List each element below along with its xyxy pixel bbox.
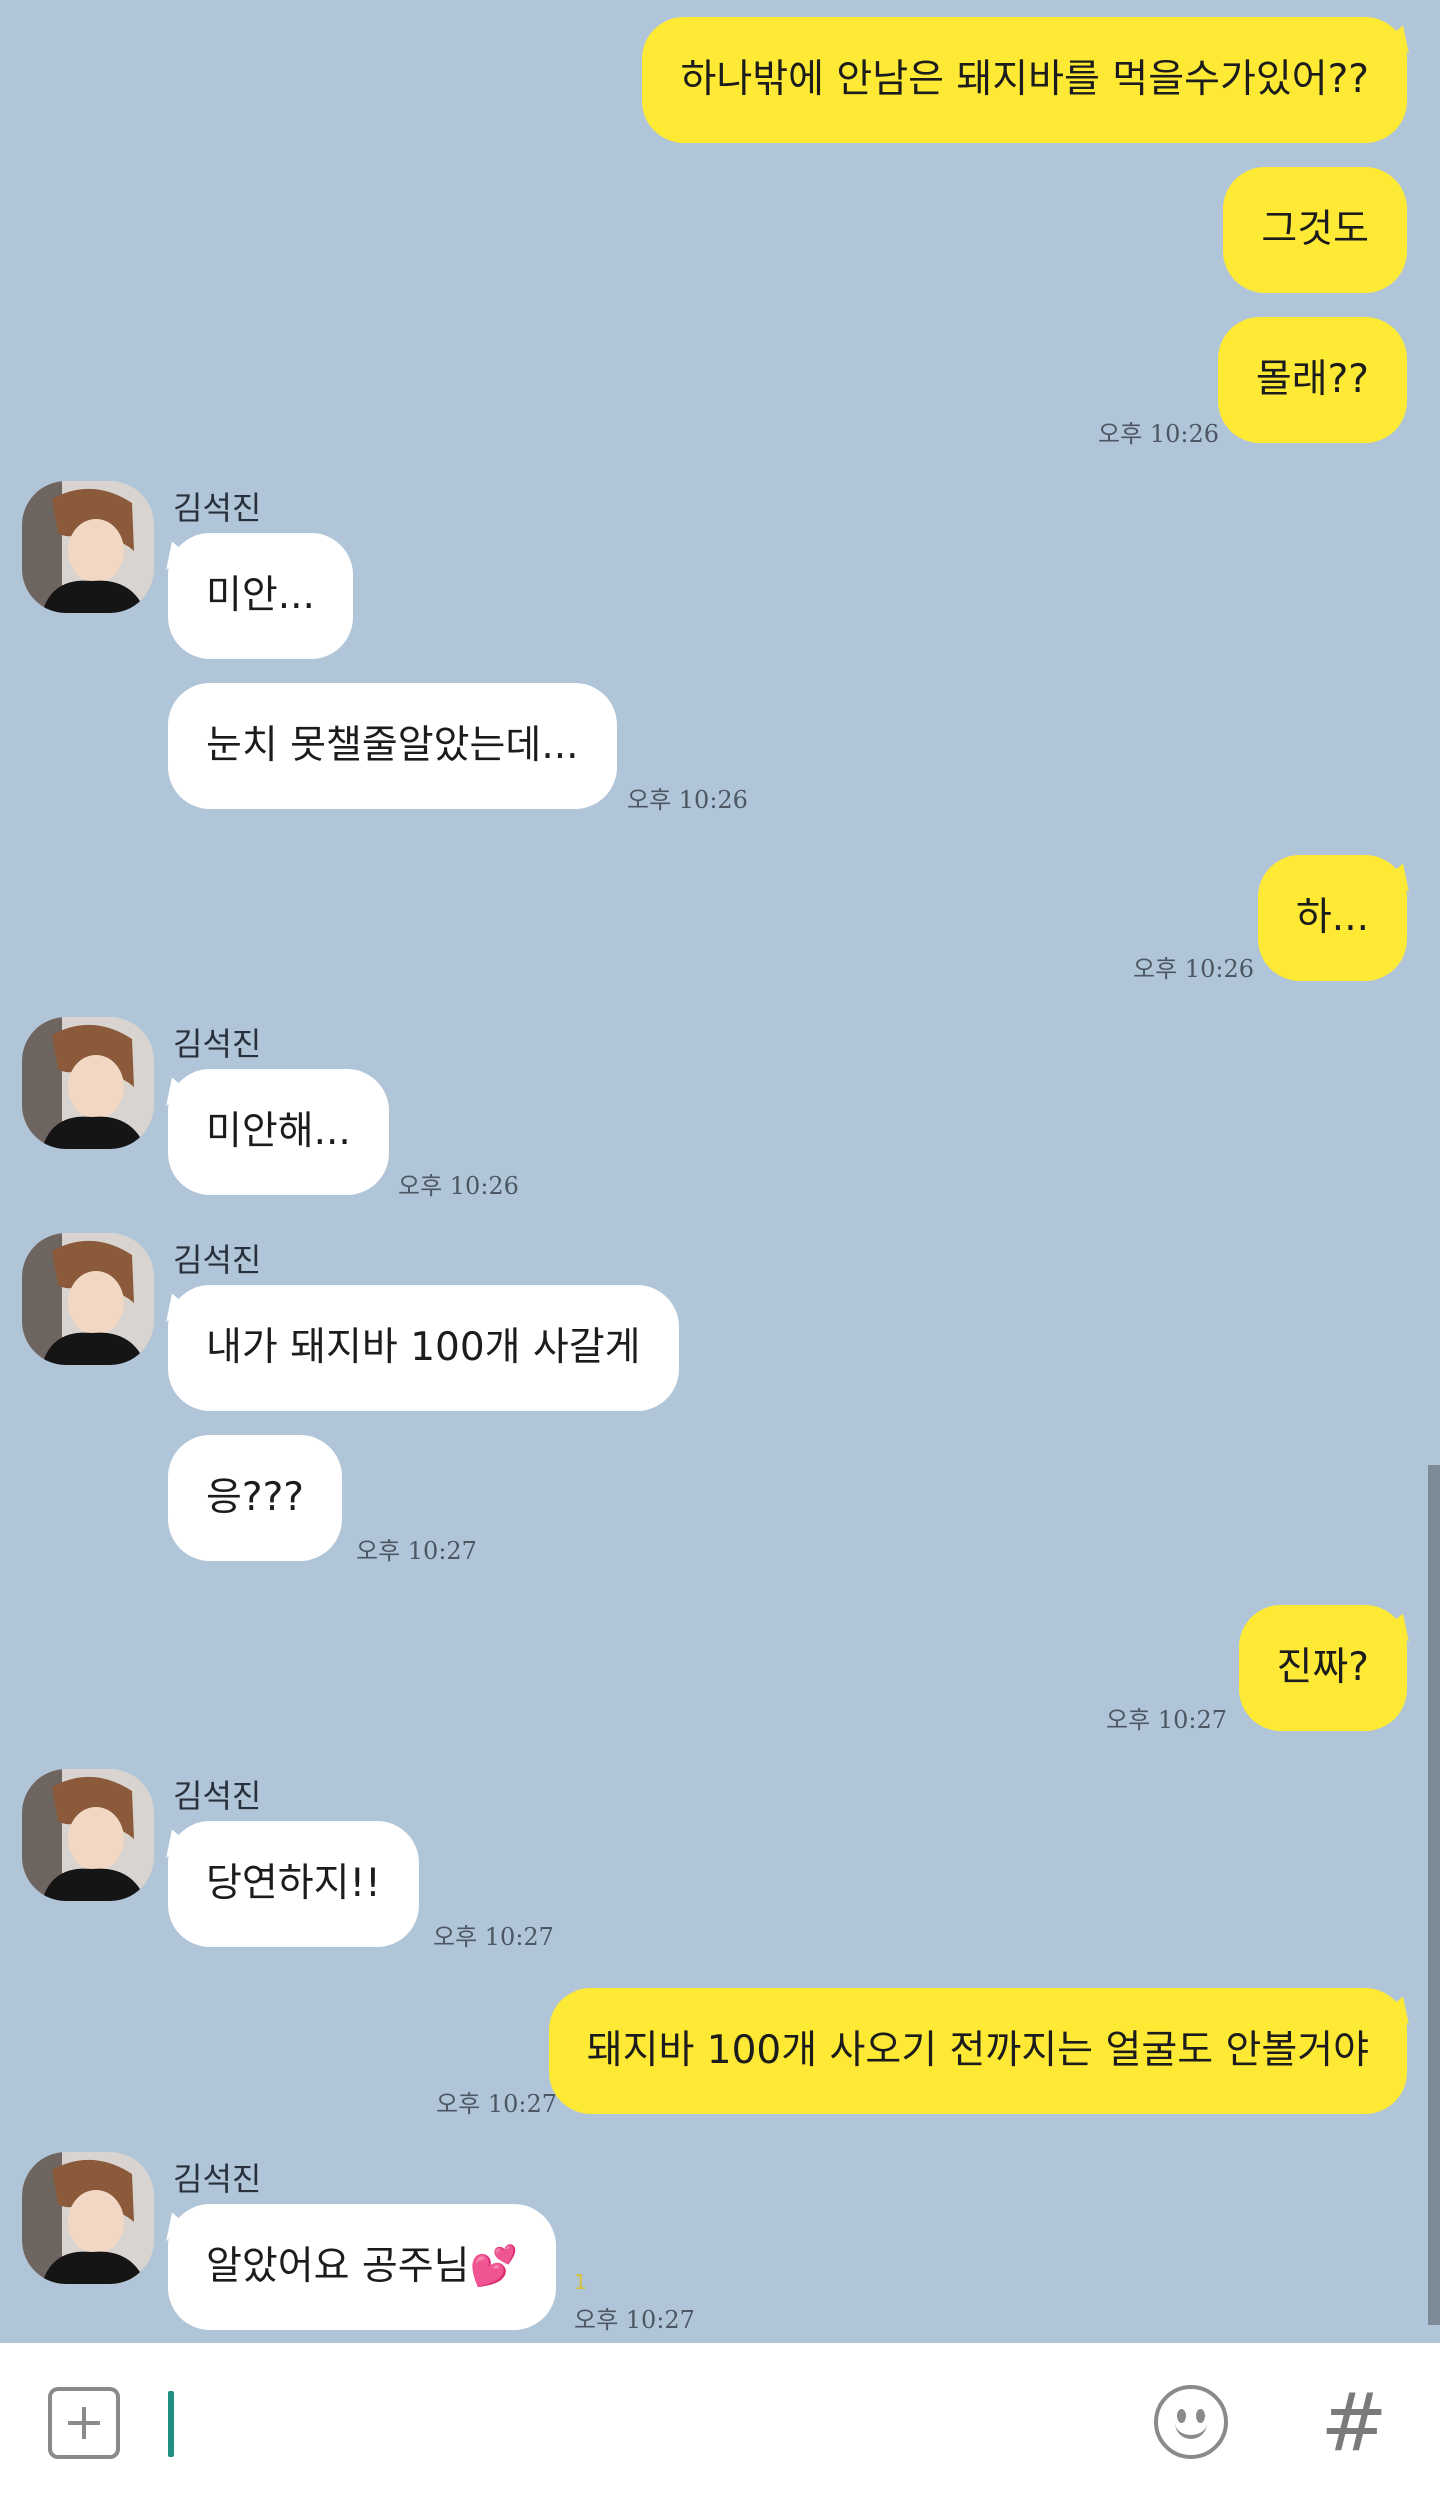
outgoing-group: 진짜? — [1238, 1605, 1407, 1731]
outgoing-group: 돼지바 100개 사오기 전까지는 얼굴도 안볼거야 — [548, 1988, 1407, 2114]
outgoing-message[interactable]: 하... — [1257, 855, 1407, 981]
message-time: 오후 10:26 — [627, 786, 748, 814]
profile-photo — [22, 2152, 154, 2284]
outgoing-message[interactable]: 그것도 — [1223, 167, 1407, 293]
outgoing-message[interactable]: 진짜? — [1238, 1605, 1407, 1731]
message-time: 오후 10:27 — [433, 1923, 554, 1951]
message-time: 오후 10:27 — [574, 2306, 695, 2334]
scrollbar[interactable] — [1428, 1465, 1440, 2325]
sender-name: 김석진 — [173, 1241, 262, 1279]
plus-square-icon[interactable] — [48, 2387, 120, 2459]
message-time: 오후 10:27 — [356, 1537, 477, 1565]
profile-avatar[interactable] — [22, 1769, 154, 1901]
profile-photo — [22, 1233, 154, 1365]
message-time: 오후 10:27 — [1106, 1706, 1227, 1734]
outgoing-message[interactable]: 하나밖에 안남은 돼지바를 먹을수가있어?? — [642, 17, 1407, 143]
incoming-message[interactable]: 눈치 못챌줄알았는데... — [168, 683, 617, 809]
profile-avatar[interactable] — [22, 481, 154, 613]
incoming-message[interactable]: 미안... — [168, 533, 353, 659]
chat-area[interactable]: 하나밖에 안남은 돼지바를 먹을수가있어?? 그것도 몰래?? 오후 10:26… — [0, 0, 1440, 2343]
incoming-message[interactable]: 미안해... — [168, 1069, 389, 1195]
incoming-message[interactable]: 내가 돼지바 100개 사갈게 — [168, 1285, 679, 1411]
mouth-shape — [1175, 2419, 1207, 2439]
unread-count: 1 — [574, 2270, 587, 2294]
outgoing-group: 하나밖에 안남은 돼지바를 먹을수가있어?? 그것도 몰래?? — [642, 17, 1407, 443]
message-input-field[interactable] — [168, 2391, 174, 2457]
sender-name: 김석진 — [173, 1777, 262, 1815]
message-time: 오후 10:26 — [1098, 420, 1219, 448]
hashtag-search-button[interactable]: # — [1314, 2373, 1394, 2473]
profile-photo — [22, 1017, 154, 1149]
smile-icon[interactable] — [1154, 2385, 1228, 2459]
incoming-group: 미안해... — [168, 1069, 389, 1195]
profile-avatar[interactable] — [22, 1017, 154, 1149]
profile-avatar[interactable] — [22, 1233, 154, 1365]
message-time: 오후 10:26 — [1133, 955, 1254, 983]
sender-name: 김석진 — [173, 489, 262, 527]
message-time: 오후 10:26 — [398, 1172, 519, 1200]
incoming-group: 당연하지!! — [168, 1821, 419, 1947]
sender-name: 김석진 — [173, 1025, 262, 1063]
incoming-message[interactable]: 당연하지!! — [168, 1821, 419, 1947]
outgoing-message[interactable]: 몰래?? — [1217, 317, 1407, 443]
incoming-group: 내가 돼지바 100개 사갈게 응??? — [168, 1285, 679, 1561]
outgoing-group: 하... — [1257, 855, 1407, 981]
profile-avatar[interactable] — [22, 2152, 154, 2284]
profile-photo — [22, 481, 154, 613]
incoming-group: 미안... 눈치 못챌줄알았는데... — [168, 533, 617, 809]
incoming-message[interactable]: 응??? — [168, 1435, 342, 1561]
profile-photo — [22, 1769, 154, 1901]
incoming-message[interactable]: 알았어요 공주님💕 — [168, 2204, 557, 2330]
incoming-group: 알았어요 공주님💕 — [168, 2204, 557, 2330]
outgoing-message[interactable]: 돼지바 100개 사오기 전까지는 얼굴도 안볼거야 — [548, 1988, 1407, 2114]
message-time: 오후 10:27 — [436, 2090, 557, 2118]
message-input-bar: # — [0, 2343, 1440, 2503]
sender-name: 김석진 — [173, 2160, 262, 2198]
